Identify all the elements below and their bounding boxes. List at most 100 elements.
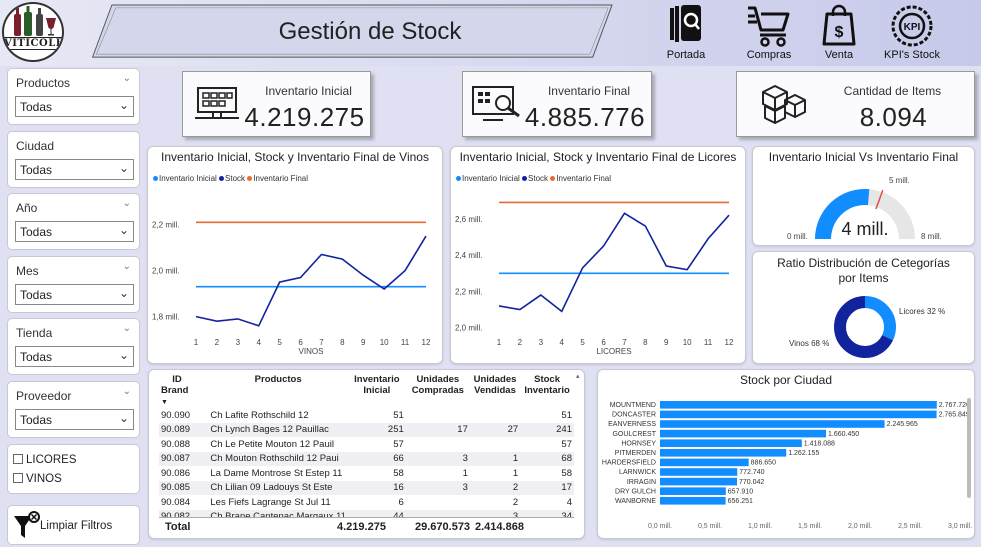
x-tick-label: 12 (422, 338, 431, 347)
y-tick-label: 2,4 mill. (455, 251, 483, 260)
proveedor-dropdown[interactable]: Todas ⌄ (15, 409, 134, 430)
chevron-down-icon[interactable]: ⌄ (123, 73, 131, 84)
table-cell: 17 (520, 480, 574, 495)
table-cell: 1 (405, 466, 470, 481)
nav-compras-button[interactable]: Compras (738, 2, 800, 64)
x-tick-label: 1 (497, 338, 502, 347)
column-header[interactable]: Unidades Compradas (406, 374, 470, 408)
clear-filters-label: Limpiar Filtros (40, 520, 113, 532)
x-tick-label: 0,5 mill. (698, 523, 722, 530)
scrollbar[interactable] (967, 398, 971, 498)
total-unidades-compradas: 29.670.573 (415, 521, 471, 533)
x-axis-title: LICORES (596, 347, 631, 356)
nav-venta-button[interactable]: $ Venta (814, 2, 864, 64)
filter-label: Proveedor (16, 389, 72, 403)
table-cell: Les Fiefs Lagrange St Jul 11 (208, 495, 348, 510)
table-cell: 68 (520, 451, 574, 466)
table-cell: Ch Lilian 09 Ladouys St Este (208, 480, 348, 495)
kpi-value: 4.885.776 (524, 102, 646, 132)
boxes-icon (762, 85, 806, 124)
filter-anio: Año ⌄ Todas ⌄ (7, 193, 140, 250)
table-row[interactable]: 90.084 Les Fiefs Lagrange St Jul 11 6 2 4 (159, 495, 574, 510)
table-row[interactable]: 90.086 La Dame Montrose St Estep 11 58 1 1 58 (159, 466, 574, 481)
filter-label: Tienda (16, 326, 53, 340)
table-cell: 66 (347, 451, 406, 466)
bar-category-label: MOUNTMEND (610, 402, 656, 409)
x-tick-label: 4 (560, 338, 565, 347)
stock-table: ID Brand ▼ Productos Inventario Inicial Un… (148, 369, 585, 539)
x-tick-label: 1,5 mill. (798, 523, 822, 530)
table-cell: 2 (469, 495, 521, 510)
chevron-down-icon: ⌄ (118, 286, 129, 300)
kpi-title: Inventario Inicial (265, 84, 352, 98)
clear-filters-button[interactable]: Limpiar Filtros (7, 505, 140, 545)
x-tick-label: 9 (361, 338, 366, 347)
bar-category-label: HARDERSFIELD (602, 460, 656, 467)
bar-value-label: 1.262.155 (788, 450, 819, 457)
bar-category-label: LARNWICK (619, 469, 656, 476)
anio-dropdown[interactable]: Todas ⌄ (15, 221, 134, 242)
checkbox-licores[interactable]: LICORES (13, 454, 77, 466)
table-cell (469, 408, 521, 423)
nav-portada-button[interactable]: Portada (656, 2, 716, 64)
table: ID Brand ▼ Productos Inventario Inicial Un… (159, 374, 574, 524)
bar-value-label: 657.910 (728, 488, 753, 495)
table-row[interactable]: 90.085 Ch Lilian 09 Ladouys St Este 16 3 2 17 (159, 480, 574, 495)
scroll-up-icon[interactable]: ▴ (576, 372, 581, 380)
chart-vinos-card: Inventario Inicial, Stock y Inventario F… (147, 146, 443, 364)
bar (660, 477, 738, 486)
chevron-down-icon: ⌄ (118, 411, 129, 425)
shopping-cart-icon (748, 6, 790, 47)
table-cell: 90.088 (159, 437, 209, 452)
column-header[interactable]: Stock Inventario (520, 374, 574, 408)
x-tick-label: 3 (236, 338, 241, 347)
chevron-down-icon[interactable]: ⌄ (123, 323, 131, 334)
gauge-min-label: 0 mill. (787, 232, 808, 241)
productos-dropdown[interactable]: Todas ⌄ (15, 96, 134, 117)
donut-label-vinos: Vinos 68 % (789, 339, 829, 348)
nav-kpi-button[interactable]: KPI KPI's Stock (876, 2, 948, 64)
bar (660, 439, 802, 447)
x-tick-label: 5 (277, 338, 282, 347)
line-chart-licores: 2,0 mill.2,2 mill.2,4 mill.2,6 mill.1 2 3 4… (455, 201, 734, 356)
table-row[interactable]: 90.089 Ch Lynch Bages 12 Pauillac 251 17 27 2… (159, 422, 574, 437)
x-tick-label: 6 (601, 338, 606, 347)
kpi-inventario-final: Inventario Final 4.885.776 (462, 71, 652, 137)
mes-dropdown[interactable]: Todas ⌄ (15, 284, 134, 305)
bar-value-label: 2.765.849 (939, 412, 970, 419)
nav-compras-label: Compras (746, 49, 792, 61)
inventory-register-icon (195, 87, 239, 119)
checkbox-vinos[interactable]: VINOS (13, 473, 62, 485)
bar-category-label: EANVERNESS (608, 421, 656, 428)
checkbox-box[interactable] (13, 473, 23, 483)
checkbox-box[interactable] (13, 454, 23, 464)
tienda-dropdown[interactable]: Todas ⌄ (15, 346, 134, 367)
svg-text:$: $ (835, 24, 844, 41)
bar (660, 487, 726, 495)
column-header[interactable]: Inventario Inicial (348, 374, 406, 408)
filter-label: Ciudad (16, 139, 55, 153)
x-tick-label: 0,0 mill. (648, 523, 672, 530)
column-header-id-brand[interactable]: ID Brand ▼ (159, 374, 208, 408)
table-row[interactable]: 90.088 Ch Le Petite Mouton 12 Pauil 57 57 (159, 437, 574, 452)
table-cell: Ch Mouton Rothschild 12 Paui (208, 451, 348, 466)
y-tick-label: 2,2 mill. (455, 287, 483, 296)
ciudad-dropdown[interactable]: Todas ⌄ (15, 159, 134, 180)
filter-proveedor: Proveedor ⌄ Todas ⌄ (7, 381, 140, 438)
table-row[interactable]: 90.087 Ch Mouton Rothschild 12 Paui 66 3 1 68 (159, 451, 574, 466)
chevron-down-icon[interactable]: ⌄ (123, 261, 131, 272)
y-tick-label: 2,6 mill. (455, 215, 483, 224)
table-row[interactable]: 90.090 Ch Lafite Rothschild 12 51 51 (159, 408, 574, 423)
y-tick-label: 1,8 mill. (152, 313, 180, 322)
bar (660, 449, 787, 457)
chevron-down-icon[interactable]: ⌄ (123, 198, 131, 209)
category-checklist: LICORES VINOS (7, 444, 140, 494)
gauge-max-label: 8 mill. (921, 232, 942, 241)
column-header[interactable]: Unidades Vendidas (470, 374, 520, 408)
table-cell: 51 (520, 408, 574, 423)
chevron-down-icon[interactable]: ⌄ (123, 386, 131, 397)
table-cell: La Dame Montrose St Estep 11 (208, 466, 348, 481)
y-tick-label: 2,0 mill. (152, 267, 180, 276)
column-header[interactable]: Productos (208, 374, 348, 408)
bar-value-label: 2.245.965 (887, 421, 918, 428)
